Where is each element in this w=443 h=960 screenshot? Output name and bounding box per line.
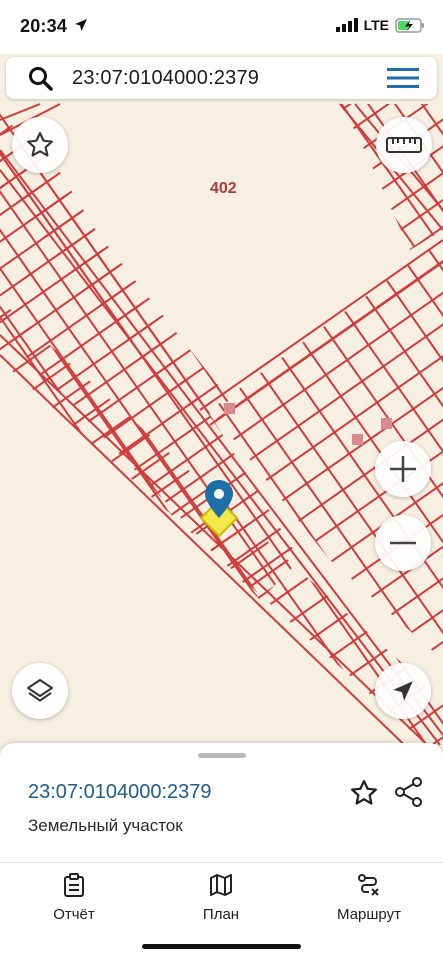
status-bar: 20:34 LTE bbox=[0, 0, 443, 54]
my-location-button[interactable] bbox=[375, 663, 431, 719]
tab-plan[interactable]: План bbox=[161, 873, 281, 923]
object-type: Земельный участок bbox=[28, 816, 183, 835]
layers-button[interactable] bbox=[12, 663, 68, 719]
tab-plan-label: План bbox=[202, 906, 240, 923]
zoom-out-button[interactable] bbox=[375, 515, 431, 571]
tab-report[interactable]: Отчёт bbox=[14, 873, 134, 923]
favorite-map-button[interactable] bbox=[12, 117, 68, 173]
cadastral-number[interactable]: 23:07:0104000:2379 bbox=[28, 781, 212, 804]
hamburger-menu-icon[interactable] bbox=[387, 67, 419, 89]
favorite-star-icon bbox=[27, 132, 53, 157]
zoom-in-icon bbox=[390, 456, 416, 482]
location-arrow-icon bbox=[75, 19, 87, 31]
selected-parcel-marker[interactable] bbox=[198, 478, 240, 540]
battery-charging-icon bbox=[395, 17, 424, 33]
block-number-label: 402 bbox=[210, 180, 237, 197]
network-type: LTE bbox=[363, 17, 389, 33]
sheet-grabber[interactable] bbox=[198, 753, 246, 758]
home-indicator bbox=[142, 944, 301, 949]
search-bar[interactable]: 23:07:0104000:2379 bbox=[6, 57, 437, 99]
tab-report-label: Отчёт bbox=[53, 906, 95, 923]
zoom-out-icon bbox=[390, 541, 416, 545]
status-time: 20:34 bbox=[20, 16, 68, 36]
add-favorite-icon[interactable] bbox=[349, 778, 379, 808]
signal-bars-icon bbox=[335, 18, 358, 32]
tab-route[interactable]: Маршрут bbox=[309, 873, 429, 923]
search-icon[interactable] bbox=[28, 66, 54, 92]
parcel-grid bbox=[0, 103, 443, 760]
layers-icon bbox=[27, 679, 53, 702]
zoom-in-button[interactable] bbox=[375, 441, 431, 497]
ruler-button[interactable] bbox=[376, 117, 432, 173]
clipboard-icon bbox=[64, 873, 84, 897]
share-icon[interactable] bbox=[394, 776, 424, 808]
map-icon bbox=[210, 874, 232, 896]
ruler-icon bbox=[386, 137, 422, 153]
route-icon bbox=[358, 874, 379, 896]
my-location-icon bbox=[393, 681, 413, 701]
tab-route-label: Маршрут bbox=[337, 906, 401, 923]
search-input[interactable]: 23:07:0104000:2379 bbox=[72, 67, 259, 90]
cadastral-map[interactable] bbox=[0, 0, 443, 760]
